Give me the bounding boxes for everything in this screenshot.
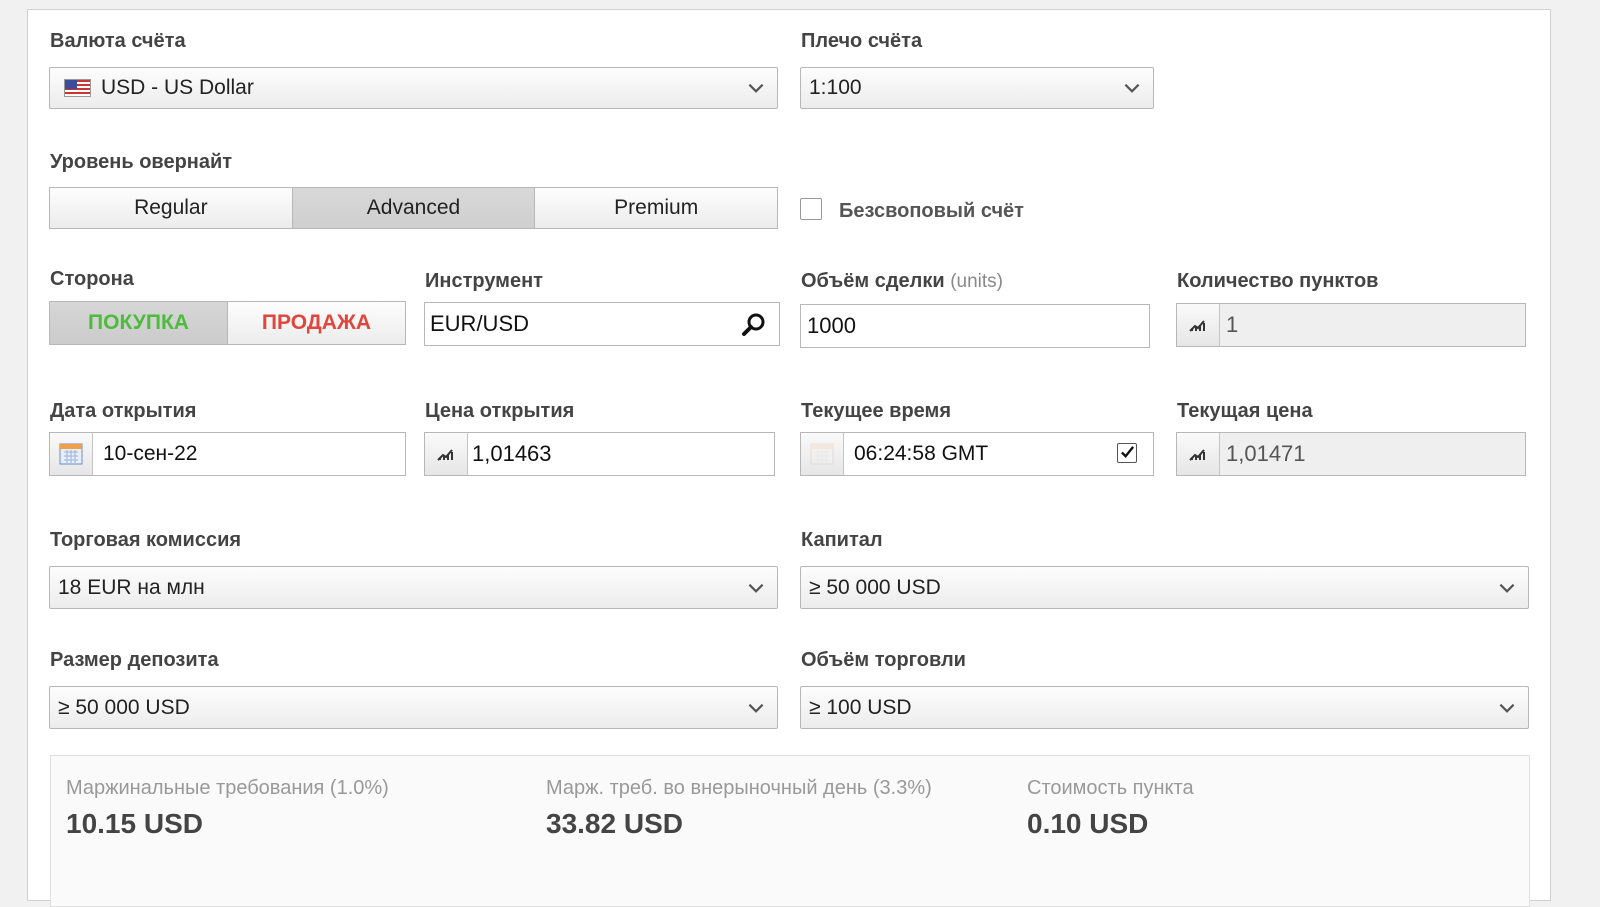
leverage-value: 1:100 <box>809 76 862 99</box>
margin-label: Маржинальные требования (1.0%) <box>66 777 389 799</box>
open-price-value: 1,01463 <box>472 441 552 466</box>
overnight-level-label: Уровень овернайт <box>50 151 233 173</box>
calculator-panel: Валюта счёта USD - US Dollar Плечо счёта… <box>27 9 1551 907</box>
calendar-icon <box>801 433 844 475</box>
current-time-label: Текущее время <box>801 400 951 422</box>
calendar-icon[interactable] <box>50 433 93 475</box>
side-selector: ПОКУПКА ПРОДАЖА <box>49 301 406 345</box>
margin-offmarket-label: Марж. треб. во внерыночный день (3.3%) <box>546 777 932 799</box>
leverage-label: Плечо счёта <box>801 30 923 52</box>
overnight-option-premium[interactable]: Premium <box>535 188 778 228</box>
trade-volume-label: Объём сделки (units) <box>801 270 1003 293</box>
current-price-label: Текущая цена <box>1177 400 1313 422</box>
trading-volume-value: ≥ 100 USD <box>809 695 912 719</box>
pip-value-value: 0.10 USD <box>1027 808 1149 839</box>
margin-value: 10.15 USD <box>66 808 203 839</box>
chevron-down-icon <box>1499 583 1515 593</box>
commission-select[interactable]: 18 EUR на млн <box>49 566 778 609</box>
pips-count-value: 1 <box>1226 312 1239 337</box>
capital-value: ≥ 50 000 USD <box>809 575 941 599</box>
capital-label: Капитал <box>801 529 883 551</box>
pip-value-label: Стоимость пункта <box>1027 777 1194 799</box>
swap-free-checkbox[interactable] <box>800 198 822 220</box>
trade-volume-input[interactable]: 1000 <box>800 304 1150 348</box>
deposit-select[interactable]: ≥ 50 000 USD <box>49 686 778 729</box>
overnight-option-regular[interactable]: Regular <box>50 188 293 228</box>
chevron-down-icon <box>748 83 764 93</box>
chevron-down-icon <box>1499 703 1515 713</box>
trade-volume-value: 1000 <box>807 313 856 338</box>
account-currency-select[interactable]: USD - US Dollar <box>49 67 778 109</box>
chevron-down-icon <box>748 583 764 593</box>
chevron-down-icon <box>748 703 764 713</box>
account-currency-label: Валюта счёта <box>50 30 186 52</box>
commission-label: Торговая комиссия <box>50 529 242 551</box>
account-currency-value: USD - US Dollar <box>101 76 254 99</box>
open-date-label: Дата открытия <box>50 400 197 422</box>
current-time-checkbox[interactable] <box>1117 443 1137 463</box>
current-time-input[interactable]: 06:24:58 GMT <box>800 432 1154 476</box>
sell-button[interactable]: ПРОДАЖА <box>228 302 405 344</box>
current-price-value: 1,01471 <box>1226 441 1306 466</box>
chevron-down-icon <box>1124 83 1140 93</box>
trade-volume-unit: (units) <box>950 271 1004 292</box>
trade-volume-label-text: Объём сделки <box>801 270 945 292</box>
open-date-value: 10-сен-22 <box>103 442 198 465</box>
commission-value: 18 EUR на млн <box>58 575 205 599</box>
open-price-input[interactable]: 1,01463 <box>424 432 775 476</box>
instrument-label: Инструмент <box>425 270 543 292</box>
open-date-input[interactable]: 10-сен-22 <box>49 432 406 476</box>
capital-select[interactable]: ≥ 50 000 USD <box>800 566 1529 609</box>
current-time-value: 06:24:58 GMT <box>854 442 989 465</box>
chart-icon[interactable] <box>425 433 468 475</box>
leverage-select[interactable]: 1:100 <box>800 67 1154 109</box>
side-label: Сторона <box>50 268 134 290</box>
chart-icon[interactable] <box>1177 304 1220 346</box>
instrument-input[interactable]: EUR/USD <box>424 302 780 346</box>
deposit-value: ≥ 50 000 USD <box>58 695 190 719</box>
us-flag-icon <box>64 79 91 97</box>
pips-count-input[interactable]: 1 <box>1176 303 1526 347</box>
trading-volume-label: Объём торговли <box>801 649 966 671</box>
chart-icon[interactable] <box>1177 433 1220 475</box>
pips-count-label: Количество пунктов <box>1177 270 1379 292</box>
open-price-label: Цена открытия <box>425 400 575 422</box>
swap-free-label: Безсвоповый счёт <box>839 200 1024 222</box>
current-price-input[interactable]: 1,01471 <box>1176 432 1526 476</box>
instrument-value: EUR/USD <box>430 311 530 336</box>
deposit-label: Размер депозита <box>50 649 219 671</box>
search-icon[interactable] <box>741 312 767 338</box>
summary-panel: Маржинальные требования (1.0%) 10.15 USD… <box>50 755 1530 907</box>
margin-offmarket-value: 33.82 USD <box>546 808 683 839</box>
trading-volume-select[interactable]: ≥ 100 USD <box>800 686 1529 729</box>
buy-button[interactable]: ПОКУПКА <box>50 302 228 344</box>
overnight-option-advanced[interactable]: Advanced <box>292 188 536 228</box>
overnight-level-selector: Regular Advanced Premium <box>49 187 778 229</box>
